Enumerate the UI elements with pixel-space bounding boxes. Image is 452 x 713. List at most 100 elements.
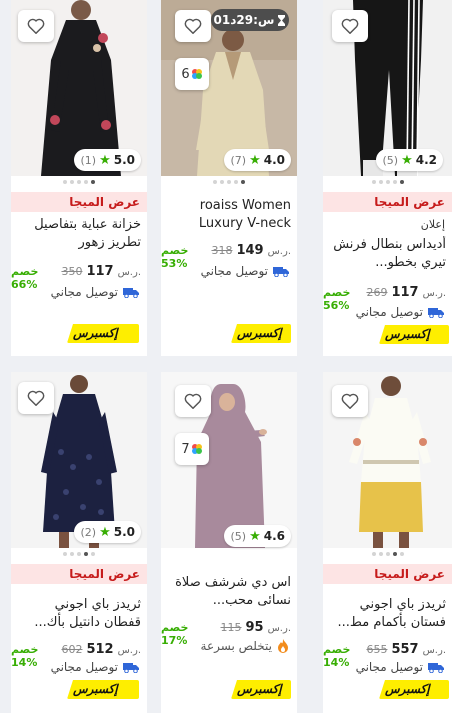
truck-icon [428,663,444,673]
free-delivery: توصيل مجاني [356,305,444,319]
rating-value: 4.6 [263,529,285,543]
image-carousel-dots [11,552,147,556]
old-price: 269 [366,286,388,299]
mega-deal-badge: عرض الميجا [323,564,452,584]
free-delivery-label: توصيل مجاني [355,305,423,319]
express-badge: إكسبرس [67,324,139,343]
variants-count: 7 [181,441,190,457]
currency: ر.س. [267,623,291,634]
rating-badge: (5) ★ 4.6 [224,525,291,547]
express-badge: إكسبرس [231,324,291,343]
color-variants[interactable]: 6 [175,58,209,90]
current-price: 117 [391,285,419,300]
product-name[interactable]: ثريدز باي اجوني قفطان دانتيل بأك... [17,596,141,632]
variants-count: 6 [181,66,190,82]
color-variants[interactable]: 7 [175,433,209,465]
image-carousel-dots [323,180,452,184]
ad-label: إعلان [420,218,445,231]
review-count: (5) [230,529,247,543]
color-swatch-icon [191,444,202,454]
free-delivery: توصيل مجاني [356,660,444,674]
product-card-dress[interactable]: عرض الميجا ثريدز باي اجوني فستان بأكمام … [323,372,452,713]
wishlist-heart-icon[interactable] [175,385,211,417]
truck-icon [428,308,444,318]
wishlist-heart-icon[interactable] [18,10,54,42]
old-price: 602 [61,643,83,656]
product-name[interactable]: ثريدز باي اجوني فستان بأكمام مط... [329,596,446,632]
product-card-prayer-set[interactable]: 7 (5) ★ 4.6 اس دي شرشف صلاة نسائى محب...… [161,372,297,713]
currency: ر.س. [117,645,141,656]
currency: ر.س. [267,246,291,257]
mega-deal-badge: عرض الميجا [323,192,452,212]
hourglass-icon [278,14,286,26]
old-price: 115 [220,621,242,634]
old-price: 655 [366,643,388,656]
free-delivery: توصيل مجاني [51,660,139,674]
wishlist-heart-icon[interactable] [332,385,368,417]
mega-deal-badge: عرض الميجا [11,192,147,212]
old-price: 318 [211,244,233,257]
wishlist-heart-icon[interactable] [18,382,54,414]
express-badge: إكسبرس [231,680,291,699]
star-icon: ★ [99,524,111,540]
product-name[interactable]: roaiss Women Luxury V-neck Rh... [167,197,291,233]
rating-badge: (1) ★ 5.0 [74,149,141,171]
truck-icon [273,267,289,277]
timer-text: 01س:29د [213,13,275,27]
image-carousel-dots [11,180,147,184]
rating-value: 5.0 [113,525,135,539]
rating-value: 4.0 [263,153,285,167]
free-delivery-label: توصيل مجاني [200,264,268,278]
current-price: 149 [236,243,264,258]
free-delivery: توصيل مجاني [201,264,289,278]
express-badge: إكسبرس [67,680,139,699]
rating-badge: (5) ★ 4.2 [376,149,443,171]
review-count: (5) [382,153,399,167]
rating-value: 4.2 [415,153,437,167]
product-name[interactable]: اس دي شرشف صلاة نسائى محب... [167,574,291,610]
rating-badge: (7) ★ 4.0 [224,149,291,171]
star-icon: ★ [249,528,261,544]
currency: ر.س. [422,288,446,299]
current-price: 95 [245,620,264,635]
selling-fast-label: يتخلص بسرعة [200,639,272,653]
free-delivery-label: توصيل مجاني [50,285,118,299]
truck-icon [123,663,139,673]
rating-badge: (2) ★ 5.0 [74,521,141,543]
star-icon: ★ [249,152,261,168]
current-price: 557 [391,642,419,657]
review-count: (7) [230,153,247,167]
old-price: 350 [61,265,83,278]
star-icon: ★ [401,152,413,168]
free-delivery-label: توصيل مجاني [50,660,118,674]
product-card-lace-caftan[interactable]: (2) ★ 5.0 عرض الميجا ثريدز باي اجوني قفط… [11,372,147,713]
deal-timer: 01س:29د [211,9,289,31]
current-price: 117 [86,264,114,279]
image-carousel-dots [161,180,297,184]
product-card-abaya[interactable]: (1) ★ 5.0 عرض الميجا خزانة عباية بتفاصيل… [11,0,147,356]
currency: ر.س. [422,645,446,656]
product-grid: (1) ★ 5.0 عرض الميجا خزانة عباية بتفاصيل… [0,0,452,713]
wishlist-heart-icon[interactable] [332,10,368,42]
mega-deal-badge: عرض الميجا [11,564,147,584]
express-badge: إكسبرس [379,680,449,699]
color-swatch-icon [191,69,202,79]
selling-fast: يتخلص بسرعة [201,639,289,653]
product-name[interactable]: أديداس بنطال فرنش تيري بخطو... [329,236,446,272]
product-name[interactable]: خزانة عباية بتفاصيل تطريز زهور [17,216,141,252]
flame-icon [278,639,288,653]
wishlist-heart-icon[interactable] [175,10,211,42]
currency: ر.س. [117,267,141,278]
truck-icon [123,288,139,298]
express-badge: إكسبرس [379,325,449,344]
free-delivery-label: توصيل مجاني [355,660,423,674]
free-delivery: توصيل مجاني [51,285,139,299]
review-count: (1) [80,153,97,167]
product-card-roaiss[interactable]: 01س:29د 6 (7) ★ 4.0 roaiss Women Luxury … [161,0,297,356]
current-price: 512 [86,642,114,657]
product-card-adidas[interactable]: (5) ★ 4.2 عرض الميجا إعلان أديداس بنطال … [323,0,452,356]
rating-value: 5.0 [113,153,135,167]
star-icon: ★ [99,152,111,168]
image-carousel-dots [323,552,452,556]
review-count: (2) [80,525,97,539]
